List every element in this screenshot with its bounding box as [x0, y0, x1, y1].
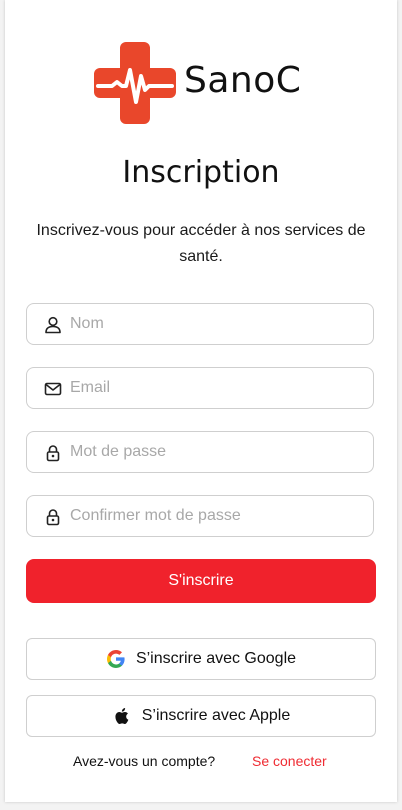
page-subtitle: Inscrivez-vous pour accéder à nos servic…: [36, 222, 366, 265]
password-input[interactable]: [70, 432, 360, 472]
lock-icon: [46, 445, 60, 462]
medical-cross-logo-icon: [94, 42, 176, 124]
apple-icon: [115, 708, 129, 724]
password-field[interactable]: [26, 431, 374, 473]
login-prompt: Avez-vous un compte? Se conecter: [5, 753, 397, 773]
google-signup-label: S’inscrire avec Google: [135, 650, 297, 667]
confirm-password-field[interactable]: [26, 495, 374, 537]
login-link[interactable]: Se conecter: [252, 753, 327, 769]
name-field[interactable]: [26, 303, 374, 345]
lock-icon: [46, 509, 60, 526]
email-field[interactable]: [26, 367, 374, 409]
brand-name: SanoC: [184, 60, 302, 101]
mail-icon: [44, 382, 62, 396]
apple-signup-button[interactable]: S’inscrire avec Apple: [26, 695, 376, 737]
google-icon: [106, 650, 125, 668]
signup-button[interactable]: S'inscrire: [26, 559, 376, 603]
confirm-password-input[interactable]: [70, 496, 360, 536]
signup-screen: SanoC Inscription Inscrivez-vous pour ac…: [5, 0, 397, 802]
login-question: Avez-vous un compte?: [73, 753, 216, 769]
apple-signup-label: S’inscrire avec Apple: [141, 707, 291, 724]
google-signup-button[interactable]: S’inscrire avec Google: [26, 638, 376, 680]
email-input[interactable]: [70, 368, 360, 408]
page-title: Inscription: [122, 155, 280, 190]
name-input[interactable]: [70, 304, 360, 344]
brand-logo: SanoC: [92, 40, 322, 126]
user-icon: [45, 316, 61, 334]
